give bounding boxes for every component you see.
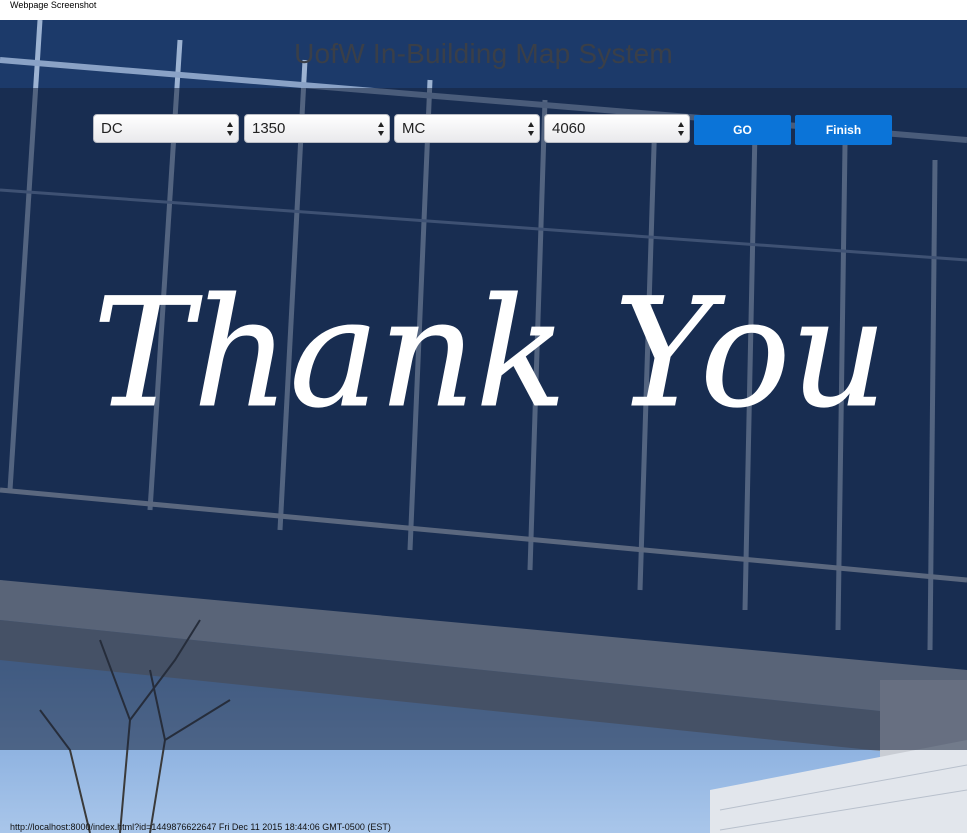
go-button[interactable]: GO [694, 115, 791, 145]
finish-button[interactable]: Finish [795, 115, 892, 145]
page-title: UofW In-Building Map System [294, 38, 673, 69]
select-arrows-icon [678, 122, 684, 136]
from-building-select[interactable]: DC [93, 114, 239, 143]
to-building-value: MC [402, 120, 426, 137]
to-room-value: 4060 [552, 120, 586, 137]
from-room-select[interactable]: 1350 [244, 114, 390, 143]
header-bar: UofW In-Building Map System [0, 20, 967, 88]
to-building-select[interactable]: MC [394, 114, 540, 143]
from-room-value: 1350 [252, 120, 286, 137]
status-url: http://localhost:8000/index.html?id=1449… [10, 822, 391, 832]
page-caption: Webpage Screenshot [10, 0, 97, 10]
thank-you-text: Thank You [93, 267, 887, 441]
select-arrows-icon [378, 122, 384, 136]
select-arrows-icon [227, 122, 233, 136]
background-photo: UofW In-Building Map System DC 1350 MC 4… [0, 20, 967, 833]
to-room-select[interactable]: 4060 [544, 114, 690, 143]
from-building-value: DC [101, 120, 123, 137]
thank-you-heading: Thank You [92, 267, 887, 442]
select-arrows-icon [528, 122, 534, 136]
